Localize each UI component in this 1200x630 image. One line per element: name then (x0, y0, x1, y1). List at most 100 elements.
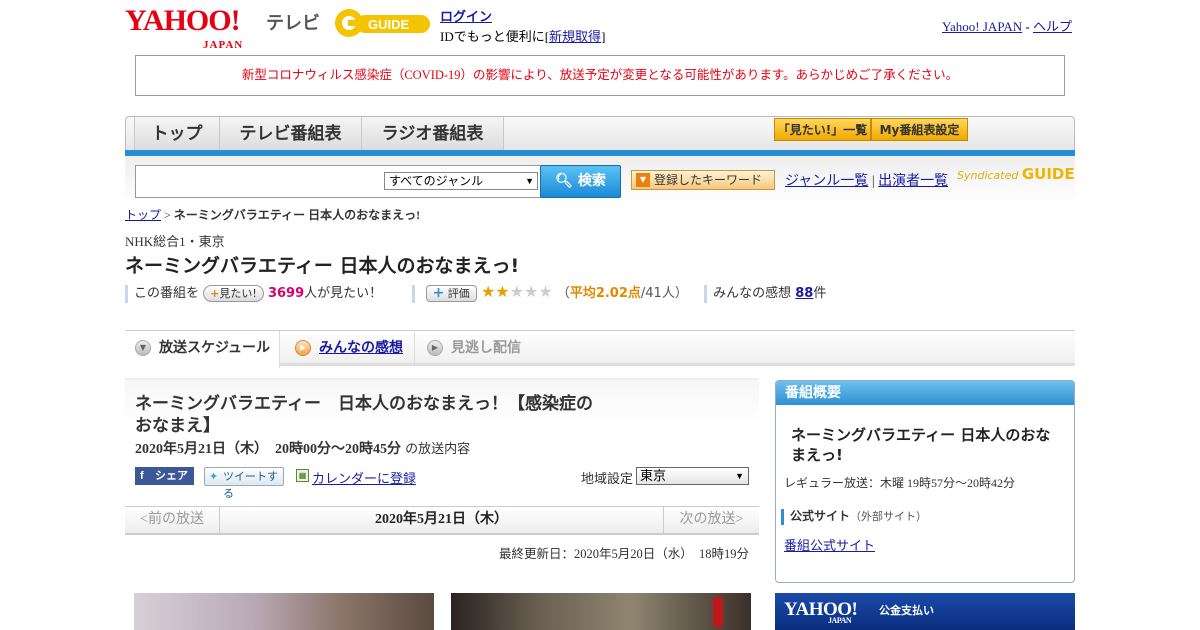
next-broadcast-button[interactable]: 次の放送> (663, 506, 759, 535)
official-site-link[interactable]: 番組公式サイト (784, 535, 875, 554)
official-site-heading: 公式サイト（外部サイト） (781, 507, 928, 526)
impression-suffix: 件 (813, 286, 827, 301)
signup-link[interactable]: 新規取得 (549, 29, 601, 44)
search-button[interactable]: 🔍︎ 検索 (540, 165, 621, 198)
program-summary-header: 番組概要 (776, 381, 1074, 405)
episode-title: ネーミングバラエティー 日本人のおなまえっ！【感染症のおなまえ】 (135, 394, 593, 436)
avg-open: （ (556, 286, 570, 301)
syndicated-text: Syndicated (957, 169, 1019, 182)
divider-bar (412, 284, 416, 303)
yahoo-japan-link[interactable]: Yahoo! JAPAN (942, 19, 1022, 34)
chevron-right-icon: ▶ (295, 340, 311, 356)
calendar-register[interactable]: ▦ カレンダーに登録 (296, 468, 416, 487)
dropdown-arrow-icon: ▼ (735, 471, 744, 481)
link-divider: | (871, 174, 875, 189)
regular-broadcast: レギュラー放送：木曜 19時57分～20時42分 (784, 476, 1016, 490)
last-updated: 最終更新日：2020年5月20日（水） 18時19分 (498, 547, 749, 561)
my-schedule-button[interactable]: My番組表設定 (871, 118, 968, 141)
facebook-icon: f (140, 470, 144, 482)
tweet-button[interactable]: ✦ ツイートする (204, 467, 284, 500)
link-separator: - (1025, 19, 1030, 34)
genre-select-value: すべてのジャンル (389, 174, 484, 188)
covid-notice: 新型コロナウィルス感染症（COVID-19）の影響により、放送予定が変更となる可… (135, 55, 1065, 96)
star-filled-icon: ★ (495, 282, 510, 301)
gguide-logo[interactable]: GUIDE (334, 6, 432, 40)
star-empty-icon: ★ (509, 282, 524, 301)
want-list-button[interactable]: 「見たい!」一覧 (774, 118, 871, 141)
main-nav: トップ テレビ番組表 ラジオ番組表 「見たい!」一覧 My番組表設定 (125, 116, 1075, 152)
impression-count-link[interactable]: 88 (795, 286, 813, 301)
rate-button[interactable]: + 評価 (425, 285, 477, 302)
breadcrumb-current: ネーミングバラエティー 日本人のおなまえっ! (173, 208, 421, 222)
avg-score: 平均2.02点 (569, 286, 641, 301)
region-label: 地域設定 (581, 471, 634, 486)
facebook-share-label: シェア (155, 469, 188, 482)
channel-name: NHK総合1・東京 (125, 234, 225, 249)
calendar-link: カレンダーに登録 (312, 471, 417, 486)
top-right-links: Yahoo! JAPAN - ヘルプ (942, 16, 1072, 35)
star-empty-icon: ★ (523, 282, 539, 301)
divider-bar (704, 284, 708, 303)
tab-schedule-label: 放送スケジュール (159, 340, 271, 356)
breadcrumb: トップ > ネーミングバラエティー 日本人のおなまえっ! (125, 206, 420, 223)
region-select[interactable]: 東京 ▼ (636, 467, 749, 485)
breadcrumb-separator: > (164, 208, 171, 222)
official-site-note: （外部サイト） (850, 511, 928, 523)
breadcrumb-top-link[interactable]: トップ (125, 208, 161, 222)
twitter-bird-icon: ✦ (209, 470, 219, 483)
genre-list-link[interactable]: ジャンル一覧 (785, 174, 868, 189)
tv-label[interactable]: テレビ (266, 9, 320, 35)
episode-datetime: 2020年5月21日（木） 20時00分～20時45分 の放送内容 (135, 438, 470, 458)
tab-streaming[interactable]: ▶ 見逃し配信 (417, 331, 547, 365)
nav-tab-top[interactable]: トップ (134, 117, 220, 151)
performer-list-link[interactable]: 出演者一覧 (878, 174, 948, 189)
program-tabs: ▼ 放送スケジュール ▶ みんなの感想 ▶ 見逃し配信 (125, 330, 1075, 368)
official-site-label: 公式サイト (790, 509, 851, 523)
ad-text: 公金支払い (879, 604, 934, 617)
star-filled-icon: ★ (480, 282, 496, 301)
registered-keyword-button[interactable]: ▼ 登録したキーワード (631, 170, 775, 190)
tab-schedule[interactable]: ▼ 放送スケジュール (125, 331, 280, 368)
ratings-row: この番組を +見たい! 3699人が見たい！ + 評価 ★★★★★ （平均2.0… (125, 282, 827, 303)
help-link[interactable]: ヘルプ (1033, 19, 1072, 34)
tab-streaming-label: 見逃し配信 (451, 340, 521, 356)
page-title: ネーミングバラエティー 日本人のおなまえっ! (125, 255, 520, 277)
id-text-close: ] (601, 29, 606, 44)
login-link[interactable]: ログイン (440, 9, 492, 24)
chevron-down-icon: ▼ (135, 340, 151, 356)
heading-bar (781, 509, 784, 526)
region-select-value: 東京 (640, 468, 667, 483)
star-empty-icon: ★ (538, 282, 553, 301)
calendar-icon: ▦ (296, 469, 309, 482)
syndicated-gguide-logo: Syndicated GUIDE (957, 165, 1075, 183)
search-links: ジャンル一覧 | 出演者一覧 (785, 170, 948, 190)
avg-count: /41人） (640, 286, 688, 301)
genre-select[interactable]: すべてのジャンル ▼ (384, 172, 538, 190)
facebook-share-button[interactable]: f シェア (135, 467, 194, 485)
syndicated-logo-text: GUIDE (1021, 165, 1075, 183)
plus-icon: + (432, 285, 445, 301)
yahoo-payment-ad[interactable]: YAHOO! JAPAN 公金支払い (775, 593, 1075, 630)
ad-logo-sub: JAPAN (828, 616, 852, 625)
nav-tab-tv[interactable]: テレビ番組表 (220, 117, 362, 151)
yahoo-logo[interactable]: YAHOO! JAPAN (125, 6, 242, 52)
svg-text:GUIDE: GUIDE (368, 17, 410, 32)
plus-icon: + (210, 287, 220, 300)
want-count: 3699 (267, 286, 305, 301)
want-prefix: この番組を (134, 286, 200, 301)
episode-thumbnail-2[interactable] (451, 593, 751, 630)
want-suffix: 人が見たい！ (304, 286, 383, 301)
episode-thumbnail-1[interactable] (134, 593, 434, 630)
login-block: ログイン IDでもっと便利に[新規取得] (440, 6, 605, 45)
tab-impressions[interactable]: ▶ みんなの感想 (285, 331, 415, 365)
thumbnail-detail (713, 597, 723, 627)
tweet-button-label: ツイートする (223, 470, 278, 500)
want-button[interactable]: +見たい! (203, 285, 264, 302)
nav-tab-radio[interactable]: ラジオ番組表 (362, 117, 504, 151)
impression-label: みんなの感想 (713, 286, 792, 301)
episode-datetime-suffix: の放送内容 (405, 442, 471, 457)
id-text: IDでもっと便利に[ (440, 29, 550, 44)
registered-keyword-label: 登録したキーワード (654, 173, 763, 187)
prev-broadcast-button[interactable]: <前の放送 (125, 506, 220, 535)
rate-button-label: 評価 (447, 287, 470, 300)
